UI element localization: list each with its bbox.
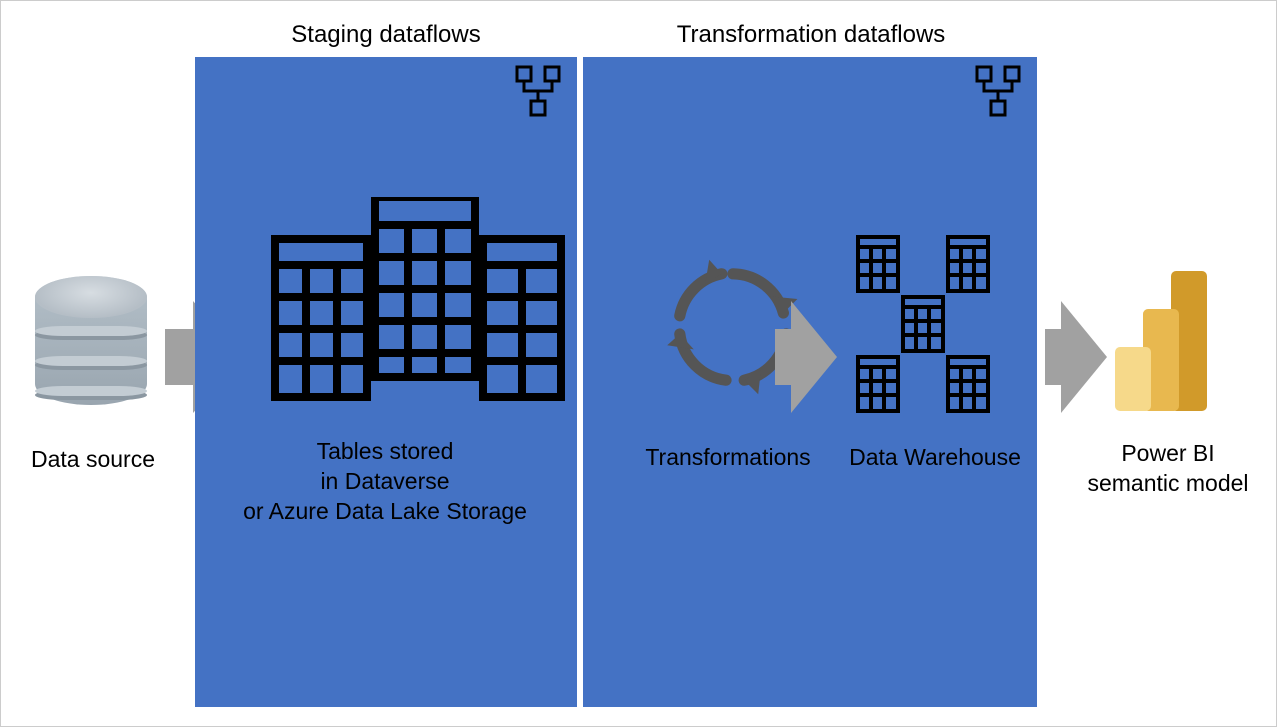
power-bi-icon xyxy=(1109,271,1219,421)
tables-large-icon xyxy=(265,197,565,417)
dataflow-icon xyxy=(969,65,1025,121)
power-bi-label-line1: Power BI xyxy=(1073,439,1263,469)
arrow-transform-to-warehouse xyxy=(775,301,837,413)
database-icon xyxy=(35,276,147,426)
staging-panel: Tables stored in Dataverse or Azure Data… xyxy=(195,57,577,707)
dataflow-icon xyxy=(509,65,565,121)
staging-label-line2: in Dataverse xyxy=(235,467,535,497)
staging-label: Tables stored in Dataverse or Azure Data… xyxy=(235,437,535,527)
arrow-transform-to-powerbi xyxy=(1045,301,1107,413)
power-bi-label-line2: semantic model xyxy=(1073,469,1263,499)
staging-label-line1: Tables stored xyxy=(235,437,535,467)
transformation-panel: Transformations xyxy=(583,57,1037,707)
data-source-label: Data source xyxy=(23,445,163,475)
staging-label-line3: or Azure Data Lake Storage xyxy=(235,497,535,527)
diagram-canvas: Staging dataflows Transformation dataflo… xyxy=(0,0,1277,727)
transformations-label: Transformations xyxy=(623,443,833,473)
small-tables-icon xyxy=(853,227,1033,427)
transformation-title: Transformation dataflows xyxy=(661,21,961,49)
data-warehouse-label: Data Warehouse xyxy=(835,443,1035,473)
power-bi-label: Power BI semantic model xyxy=(1073,439,1263,499)
staging-title: Staging dataflows xyxy=(251,21,521,49)
